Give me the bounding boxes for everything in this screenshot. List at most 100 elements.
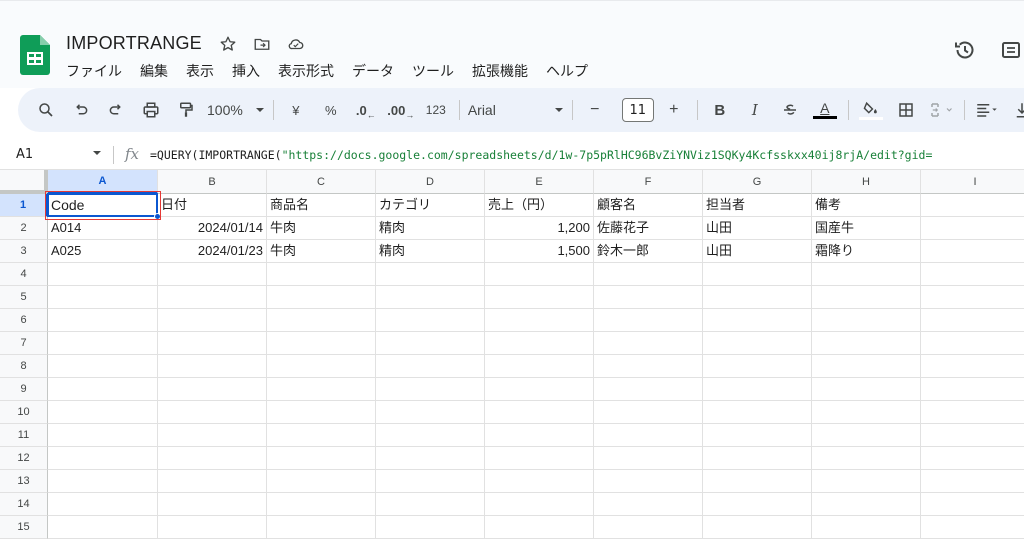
- cell-a8[interactable]: [48, 355, 158, 378]
- cell-i8[interactable]: [921, 355, 1024, 378]
- cell-a6[interactable]: [48, 309, 158, 332]
- cell-c12[interactable]: [267, 447, 376, 470]
- number-format-button[interactable]: 123: [422, 96, 450, 124]
- cell-h9[interactable]: [812, 378, 921, 401]
- increase-font-size-button[interactable]: +: [660, 96, 688, 124]
- italic-button[interactable]: I: [741, 96, 769, 124]
- cell-h13[interactable]: [812, 470, 921, 493]
- cell-h5[interactable]: [812, 286, 921, 309]
- cell-a12[interactable]: [48, 447, 158, 470]
- cell-c1[interactable]: 商品名: [267, 194, 376, 217]
- cell-a11[interactable]: [48, 424, 158, 447]
- cell-h4[interactable]: [812, 263, 921, 286]
- cell-a10[interactable]: [48, 401, 158, 424]
- menu-file[interactable]: ファイル: [66, 61, 131, 81]
- zoom-select[interactable]: 100%: [207, 96, 265, 124]
- comments-icon[interactable]: [998, 37, 1024, 63]
- cell-d9[interactable]: [376, 378, 485, 401]
- cell-i6[interactable]: [921, 309, 1024, 332]
- cell-h3[interactable]: 霜降り: [812, 240, 921, 263]
- cell-i4[interactable]: [921, 263, 1024, 286]
- cell-d13[interactable]: [376, 470, 485, 493]
- cell-i14[interactable]: [921, 493, 1024, 516]
- cell-h1[interactable]: 備考: [812, 194, 921, 217]
- cell-h2[interactable]: 国産牛: [812, 217, 921, 240]
- cell-d3[interactable]: 精肉: [376, 240, 485, 263]
- cell-f13[interactable]: [594, 470, 703, 493]
- cell-d12[interactable]: [376, 447, 485, 470]
- cell-c8[interactable]: [267, 355, 376, 378]
- document-title[interactable]: IMPORTRANGE: [66, 33, 202, 54]
- column-header-a[interactable]: A: [48, 170, 158, 194]
- decrease-font-size-button[interactable]: −: [581, 96, 609, 124]
- sheets-logo-icon[interactable]: [20, 35, 50, 75]
- print-icon[interactable]: [137, 96, 165, 124]
- cell-f6[interactable]: [594, 309, 703, 332]
- cell-a14[interactable]: [48, 493, 158, 516]
- cell-e13[interactable]: [485, 470, 594, 493]
- cell-f9[interactable]: [594, 378, 703, 401]
- cell-f2[interactable]: 佐藤花子: [594, 217, 703, 240]
- cell-a1[interactable]: Code: [48, 194, 158, 217]
- cell-g11[interactable]: [703, 424, 812, 447]
- redo-icon[interactable]: [102, 96, 130, 124]
- vertical-align-icon[interactable]: [1008, 96, 1024, 124]
- cell-g1[interactable]: 担当者: [703, 194, 812, 217]
- cell-e9[interactable]: [485, 378, 594, 401]
- cell-c5[interactable]: [267, 286, 376, 309]
- cell-e8[interactable]: [485, 355, 594, 378]
- cell-e7[interactable]: [485, 332, 594, 355]
- cell-i9[interactable]: [921, 378, 1024, 401]
- cell-c4[interactable]: [267, 263, 376, 286]
- cell-b15[interactable]: [158, 516, 267, 539]
- cell-c7[interactable]: [267, 332, 376, 355]
- column-header-h[interactable]: H: [812, 170, 921, 194]
- decrease-decimal-button[interactable]: .0 ←: [352, 96, 380, 124]
- cell-b7[interactable]: [158, 332, 267, 355]
- cell-e6[interactable]: [485, 309, 594, 332]
- row-header-15[interactable]: 15: [0, 516, 48, 539]
- cell-h10[interactable]: [812, 401, 921, 424]
- version-history-icon[interactable]: [952, 37, 978, 63]
- cell-a3[interactable]: A025: [48, 240, 158, 263]
- cell-h14[interactable]: [812, 493, 921, 516]
- cell-e5[interactable]: [485, 286, 594, 309]
- cell-g9[interactable]: [703, 378, 812, 401]
- cell-i5[interactable]: [921, 286, 1024, 309]
- cell-e1[interactable]: 売上（円）: [485, 194, 594, 217]
- strikethrough-icon[interactable]: [776, 96, 804, 124]
- cell-h8[interactable]: [812, 355, 921, 378]
- cell-f7[interactable]: [594, 332, 703, 355]
- cell-b3[interactable]: 2024/01/23: [158, 240, 267, 263]
- cell-f4[interactable]: [594, 263, 703, 286]
- cell-c10[interactable]: [267, 401, 376, 424]
- cell-g13[interactable]: [703, 470, 812, 493]
- percent-format-button[interactable]: %: [317, 96, 345, 124]
- cell-a2[interactable]: A014: [48, 217, 158, 240]
- cell-f12[interactable]: [594, 447, 703, 470]
- cell-d1[interactable]: カテゴリ: [376, 194, 485, 217]
- cell-g12[interactable]: [703, 447, 812, 470]
- row-header-11[interactable]: 11: [0, 424, 48, 447]
- merge-cells-icon[interactable]: [927, 96, 955, 124]
- row-header-13[interactable]: 13: [0, 470, 48, 493]
- row-header-4[interactable]: 4: [0, 263, 48, 286]
- cell-b10[interactable]: [158, 401, 267, 424]
- menu-data[interactable]: データ: [352, 61, 403, 81]
- text-color-button[interactable]: A: [811, 96, 839, 124]
- cell-i11[interactable]: [921, 424, 1024, 447]
- column-header-i[interactable]: I: [921, 170, 1024, 194]
- select-all-corner[interactable]: [0, 170, 48, 194]
- cell-g4[interactable]: [703, 263, 812, 286]
- menu-edit[interactable]: 編集: [140, 61, 177, 81]
- row-header-12[interactable]: 12: [0, 447, 48, 470]
- cell-d11[interactable]: [376, 424, 485, 447]
- cell-g2[interactable]: 山田: [703, 217, 812, 240]
- cell-e11[interactable]: [485, 424, 594, 447]
- row-header-5[interactable]: 5: [0, 286, 48, 309]
- cell-i10[interactable]: [921, 401, 1024, 424]
- menu-help[interactable]: ヘルプ: [546, 61, 597, 81]
- column-header-d[interactable]: D: [376, 170, 485, 194]
- cell-c9[interactable]: [267, 378, 376, 401]
- cell-e10[interactable]: [485, 401, 594, 424]
